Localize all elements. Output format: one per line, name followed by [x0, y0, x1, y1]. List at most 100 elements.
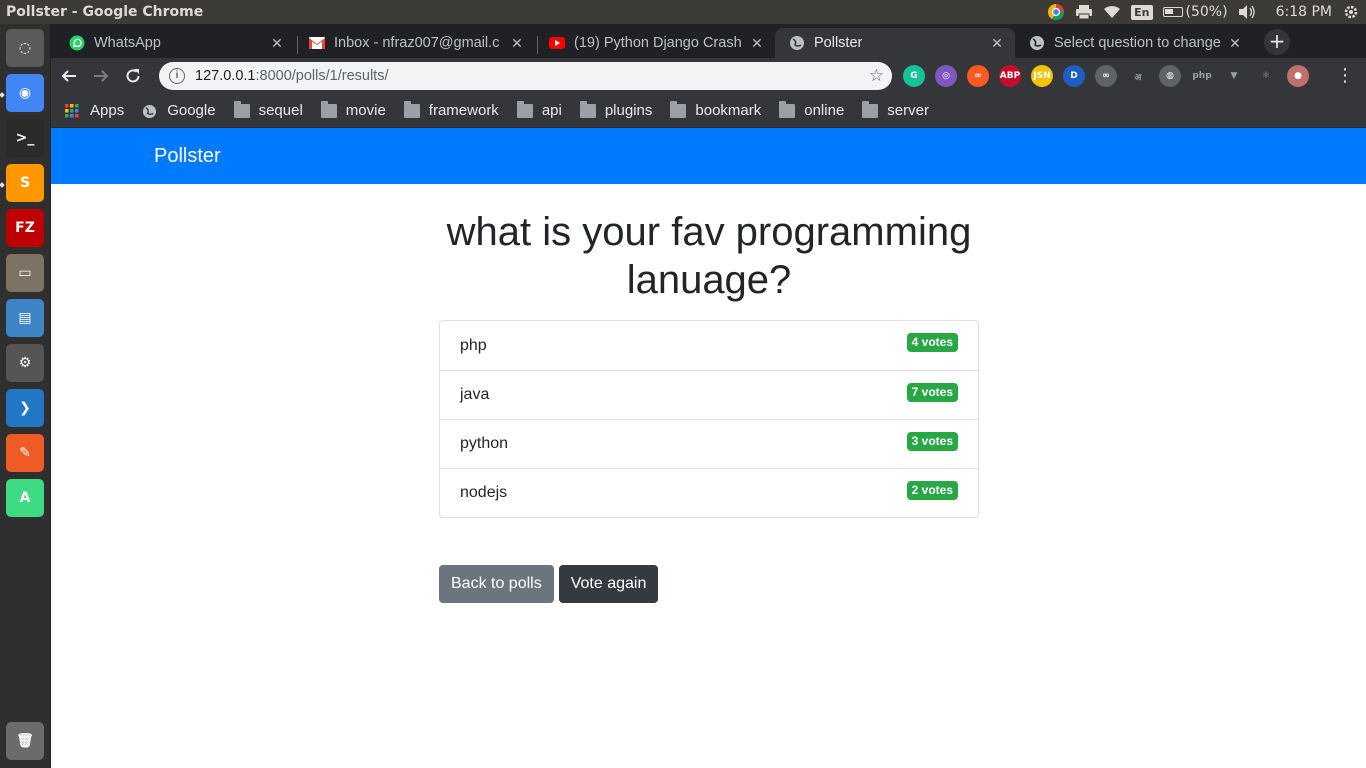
unity-launcher: ◌ ◉ >_ S FZ ▭ ▤ ⚙ ❯ ✎ A 🗑 [0, 24, 51, 768]
printer-icon[interactable] [1075, 3, 1093, 21]
bookmark-label: Apps [90, 102, 125, 119]
forward-arrow-icon[interactable] [87, 62, 115, 90]
dashlane-icon[interactable]: D [1063, 65, 1085, 87]
battery-icon [1162, 7, 1183, 17]
infinity-icon[interactable]: ∞ [1095, 65, 1117, 87]
bookmark-label: framework [428, 102, 499, 119]
folder-icon [233, 100, 250, 118]
site-navbar: Pollster [51, 128, 1366, 184]
close-icon[interactable]: ✕ [509, 35, 525, 51]
vscode-icon[interactable]: ❯ [6, 389, 44, 427]
volume-icon[interactable] [1238, 3, 1256, 21]
filezilla-icon[interactable]: FZ [6, 209, 44, 247]
reload-icon[interactable] [119, 62, 147, 90]
tab-pollster-active[interactable]: Pollster ✕ [775, 28, 1015, 58]
globe-icon [142, 104, 158, 118]
folder-icon [862, 100, 879, 118]
bookmark-label: server [887, 102, 929, 119]
window-title: Pollster - Google Chrome [6, 4, 204, 20]
react-icon[interactable]: ⚛ [1255, 65, 1277, 87]
clock[interactable]: 6:18 PM [1276, 4, 1332, 20]
close-icon[interactable]: ✕ [1227, 35, 1243, 51]
adblock-plus-icon[interactable]: ABP [999, 65, 1021, 87]
bookmark-api[interactable]: api [516, 100, 562, 119]
writer-icon[interactable]: ▤ [6, 299, 44, 337]
bookmark-plugins[interactable]: plugins [579, 100, 652, 119]
navbar-brand[interactable]: Pollster [154, 145, 221, 168]
folder-icon [516, 100, 533, 118]
bookmark-bookmark[interactable]: bookmark [670, 100, 761, 119]
postman-icon[interactable]: ✎ [6, 434, 44, 472]
tab-title: Pollster [814, 35, 863, 51]
power-gear-icon[interactable] [1342, 3, 1360, 21]
bookmark-label: online [804, 102, 845, 119]
choice-text: php [460, 336, 487, 354]
close-icon[interactable]: ✕ [989, 35, 1005, 51]
settings-icon[interactable]: ⚙ [6, 344, 44, 382]
vote-count-badge: 3 votes [906, 431, 958, 451]
bookmark-apps[interactable]: Apps [65, 102, 124, 119]
bookmark-online[interactable]: online [779, 100, 845, 119]
address-bar[interactable]: i 127.0.0.1:8000/polls/1/results/ ☆ [159, 62, 892, 90]
back-arrow-icon[interactable] [55, 62, 83, 90]
list-item: php 4 votes [440, 321, 978, 370]
close-icon[interactable]: ✕ [749, 35, 765, 51]
vote-count-badge: 2 votes [906, 480, 958, 500]
bookmark-sequel[interactable]: sequel [233, 100, 303, 119]
folder-icon [579, 100, 596, 118]
chrome-icon[interactable]: ◉ [6, 74, 44, 112]
dash-icon[interactable]: ◌ [6, 29, 44, 67]
bookmark-server[interactable]: server [862, 100, 929, 119]
battery-indicator[interactable]: (50%) [1162, 4, 1228, 20]
vote-again-button[interactable]: Vote again [558, 565, 659, 603]
tab-select-question[interactable]: Select question to change ✕ [1015, 28, 1253, 58]
chrome-tray-icon[interactable] [1047, 3, 1065, 21]
folder-icon [403, 100, 420, 118]
choice-text: java [460, 386, 490, 403]
bookmark-label: movie [345, 102, 386, 119]
keyboard-language[interactable]: En [1131, 4, 1153, 20]
results-list: php 4 votes java 7 votes python 3 votes … [439, 320, 979, 518]
json-viewer-icon[interactable]: JSN [1031, 65, 1053, 87]
bookmark-label: sequel [258, 102, 303, 119]
chrome-menu-icon[interactable]: ⋮ [1336, 65, 1354, 86]
infinity-orange-icon[interactable]: ∞ [967, 65, 989, 87]
folder-icon [320, 100, 337, 118]
sublime-icon[interactable]: S [6, 164, 44, 202]
bookmark-movie[interactable]: movie [320, 100, 386, 119]
whatsapp-icon [69, 35, 85, 51]
chrome-toolbar: i 127.0.0.1:8000/polls/1/results/ ☆ G ◎ ∞ A… [51, 58, 1366, 94]
running-indicator [0, 182, 5, 188]
bookmarks-bar: Apps Google sequel movie framework api plugins… [51, 94, 1366, 128]
files-icon[interactable]: ▭ [6, 254, 44, 292]
gmail-icon [309, 35, 325, 51]
color-picker-icon[interactable]: ◎ [935, 65, 957, 87]
bookmark-framework[interactable]: framework [403, 100, 499, 119]
trash-icon[interactable]: 🗑 [6, 722, 44, 760]
terminal-icon[interactable]: >_ [6, 119, 44, 157]
chrome-tab-strip: WhatsApp ✕ Inbox - nfraz007@gmail.c ✕ (1… [51, 24, 1366, 58]
android-studio-icon[interactable]: A [6, 479, 44, 517]
php-icon[interactable]: php [1191, 65, 1213, 87]
tab-title: Select question to change [1054, 35, 1221, 51]
grammarly-icon[interactable]: G [903, 65, 925, 87]
tab-whatsapp[interactable]: WhatsApp ✕ [55, 28, 295, 58]
bookmark-star-icon[interactable]: ☆ [869, 66, 884, 86]
close-icon[interactable]: ✕ [269, 35, 285, 51]
new-tab-button[interactable]: + [1264, 29, 1290, 55]
hindi-icon[interactable]: अ [1127, 65, 1149, 87]
bookmark-label: Google [167, 102, 216, 119]
vue-icon[interactable]: ▼ [1223, 65, 1245, 87]
site-info-icon[interactable]: i [169, 68, 185, 84]
back-to-polls-button[interactable]: Back to polls [439, 565, 554, 603]
globe-icon [1029, 35, 1045, 51]
globe-ext-icon[interactable]: ◍ [1159, 65, 1181, 87]
profile-avatar[interactable]: ● [1287, 65, 1309, 87]
system-top-panel: Pollster - Google Chrome En (50%) 6:18 P… [0, 0, 1366, 24]
bookmark-google[interactable]: Google [142, 102, 216, 119]
tab-youtube[interactable]: (19) Python Django Crash ✕ [535, 28, 775, 58]
wifi-icon[interactable] [1103, 3, 1121, 21]
tab-gmail[interactable]: Inbox - nfraz007@gmail.c ✕ [295, 28, 535, 58]
vote-count-badge: 4 votes [906, 333, 958, 352]
list-item: python 3 votes [440, 419, 978, 468]
